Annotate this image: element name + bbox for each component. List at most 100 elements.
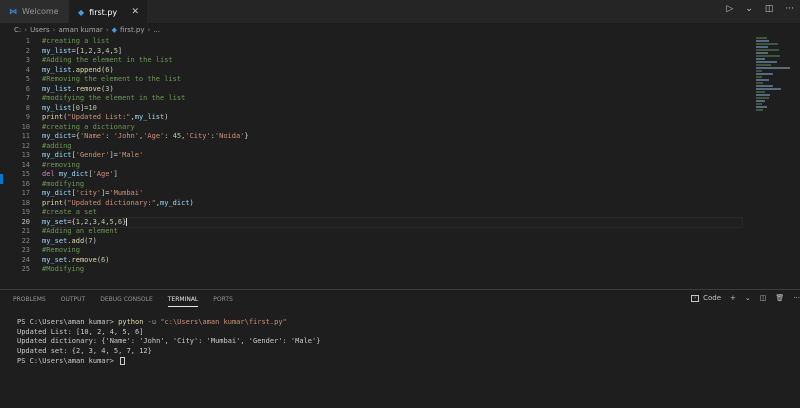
more-actions-icon[interactable]: ··· <box>785 4 794 14</box>
close-icon[interactable]: ✕ <box>131 7 139 17</box>
minimap-line <box>756 73 773 75</box>
code-line[interactable]: #Modifying <box>42 265 742 275</box>
minimap-line <box>756 97 769 99</box>
code-line[interactable]: #Adding an element <box>42 227 742 237</box>
minimap-line <box>756 76 763 78</box>
minimap-line <box>756 58 766 60</box>
line-number: 5 <box>25 75 30 83</box>
line-number: 1 <box>25 37 30 45</box>
terminal-prompt: PS C:\Users\aman kumar> <box>17 356 119 365</box>
line-number: 12 <box>21 141 30 150</box>
code-line[interactable]: del my_dict['Age'] <box>42 170 742 180</box>
minimap-line <box>756 43 778 45</box>
breadcrumb: C: › Users › aman kumar › ◆ first.py › .… <box>0 23 800 37</box>
chevron-down-icon[interactable]: ⌄ <box>745 4 753 14</box>
tab-welcome[interactable]: ⋈ Welcome <box>0 0 69 23</box>
breadcrumb-users[interactable]: Users <box>30 26 50 34</box>
line-number: 23 <box>21 246 30 254</box>
tab-debug-console[interactable]: DEBUG CONSOLE <box>100 290 153 310</box>
breadcrumb-file[interactable]: first.py <box>120 26 145 34</box>
tab-first-py-label: first.py <box>89 7 118 17</box>
code-line[interactable]: my_dict['city']='Mumbai' <box>42 189 742 199</box>
tab-terminal[interactable]: TERMINAL <box>167 290 198 310</box>
split-editor-icon[interactable]: ◫ <box>765 4 774 14</box>
code-line[interactable]: my_list.append(6) <box>42 66 742 76</box>
minimap-line <box>756 61 777 63</box>
editor-actions: ▷ ⌄ ◫ ··· <box>726 4 794 14</box>
code-line[interactable]: my_list[0]=10 <box>42 104 742 114</box>
minimap-line <box>756 40 770 42</box>
code-token: 'Male' <box>117 151 144 159</box>
line-number-gutter: 1 2 3 4 5 6 7 8 9 10 11 12 13 14 15 16 17 18 19 20 21 22 23 24 2… <box>0 37 36 275</box>
minimap-line <box>756 64 772 66</box>
line-number: 3 <box>25 56 30 64</box>
trash-icon[interactable]: 🗑 <box>775 294 784 302</box>
code-line[interactable]: #create a set <box>42 208 742 218</box>
code-line[interactable]: print("Updated List:",my_list) <box>42 113 742 123</box>
breadcrumb-user-folder[interactable]: aman kumar <box>58 26 102 34</box>
minimap-line <box>756 106 768 108</box>
code-line[interactable]: my_set={1,2,3,4,5,6} <box>41 216 743 228</box>
minimap[interactable] <box>756 37 792 111</box>
code-line[interactable]: #adding <box>42 142 742 152</box>
minimap-line <box>756 49 780 51</box>
minimap-line <box>756 94 770 96</box>
code-token: 'City' <box>185 132 211 140</box>
scroll-position-indicator <box>0 174 3 184</box>
tab-ports[interactable]: PORTS <box>213 290 233 310</box>
line-number: 17 <box>21 189 30 197</box>
line-number: 10 <box>21 122 30 131</box>
terminal-cursor[interactable] <box>120 356 126 365</box>
chevron-down-icon[interactable]: ⌄ <box>745 294 751 302</box>
code-token: 'city' <box>75 189 102 197</box>
code-line[interactable]: #removing <box>42 161 742 171</box>
code-editor[interactable]: 1 2 3 4 5 6 7 8 9 10 11 12 13 14 15 16 17 18 19 20 21 22 23 24 2… <box>0 37 800 289</box>
line-number: 4 <box>25 65 30 74</box>
code-line[interactable]: #modifying <box>42 180 742 190</box>
chevron-right-icon: › <box>52 26 56 34</box>
run-icon[interactable]: ▷ <box>726 4 733 14</box>
breadcrumb-symbols[interactable]: ... <box>153 26 160 34</box>
code-line[interactable]: my_set.remove(6) <box>42 256 742 266</box>
code-token: my_list <box>134 113 165 121</box>
code-line[interactable]: print("Updated dictionary:",my_dict) <box>42 199 742 209</box>
minimap-line <box>756 52 768 54</box>
code-token: 'Mumbai' <box>109 189 144 197</box>
code-token: =[ <box>71 46 80 55</box>
code-token: 'Age' <box>92 170 114 178</box>
line-number: 8 <box>25 103 30 112</box>
code-line[interactable]: #creating a dictionary <box>42 123 742 133</box>
terminal-output[interactable]: PS C:\Users\aman kumar> python -u "c:\Us… <box>17 318 320 367</box>
code-line[interactable]: #modifying the element in the list <box>42 94 742 104</box>
code-token: ) <box>109 84 114 93</box>
line-number: 25 <box>21 265 30 273</box>
tab-output[interactable]: OUTPUT <box>61 290 85 310</box>
code-line[interactable]: #Removing <box>42 246 742 256</box>
code-token: ) <box>164 113 169 121</box>
terminal-selector[interactable]: › Code <box>691 294 721 302</box>
add-terminal-icon[interactable]: + <box>730 294 736 302</box>
split-terminal-icon[interactable]: ◫ <box>760 294 767 302</box>
code-line[interactable]: #Adding the element in the list <box>42 56 742 66</box>
code-line[interactable]: my_dict['Gender']='Male' <box>42 151 742 161</box>
tab-first-py[interactable]: ◆ first.py ✕ <box>69 0 147 23</box>
code-line[interactable]: my_set.add(7) <box>42 237 742 247</box>
code-token: my_list <box>42 65 72 74</box>
code-area[interactable]: #creating a list my_list=[1,2,3,4,5] #Addi… <box>41 37 743 275</box>
editor-tab-bar: ⋈ Welcome ◆ first.py ✕ ▷ ⌄ ◫ ··· <box>0 0 800 23</box>
breadcrumb-drive[interactable]: C: <box>14 26 21 34</box>
code-line[interactable]: #creating a list <box>42 37 742 47</box>
code-line[interactable]: my_dict={'Name': 'John','Age': 45,'City'… <box>42 132 742 142</box>
code-token: ) <box>189 198 194 207</box>
minimap-line <box>756 103 763 105</box>
code-line[interactable]: #Removing the element to the list <box>42 75 742 85</box>
tab-welcome-label: Welcome <box>22 7 59 16</box>
tab-problems[interactable]: PROBLEMS <box>13 290 46 310</box>
code-token: ) <box>105 255 110 264</box>
minimap-line <box>756 67 790 69</box>
code-line[interactable]: my_list=[1,2,3,4,5] <box>42 47 742 57</box>
more-actions-icon[interactable]: ··· <box>793 294 800 302</box>
code-line[interactable]: my_list.remove(3) <box>42 85 742 95</box>
code-token: ] <box>113 170 118 178</box>
code-token: #modifying <box>42 179 85 188</box>
